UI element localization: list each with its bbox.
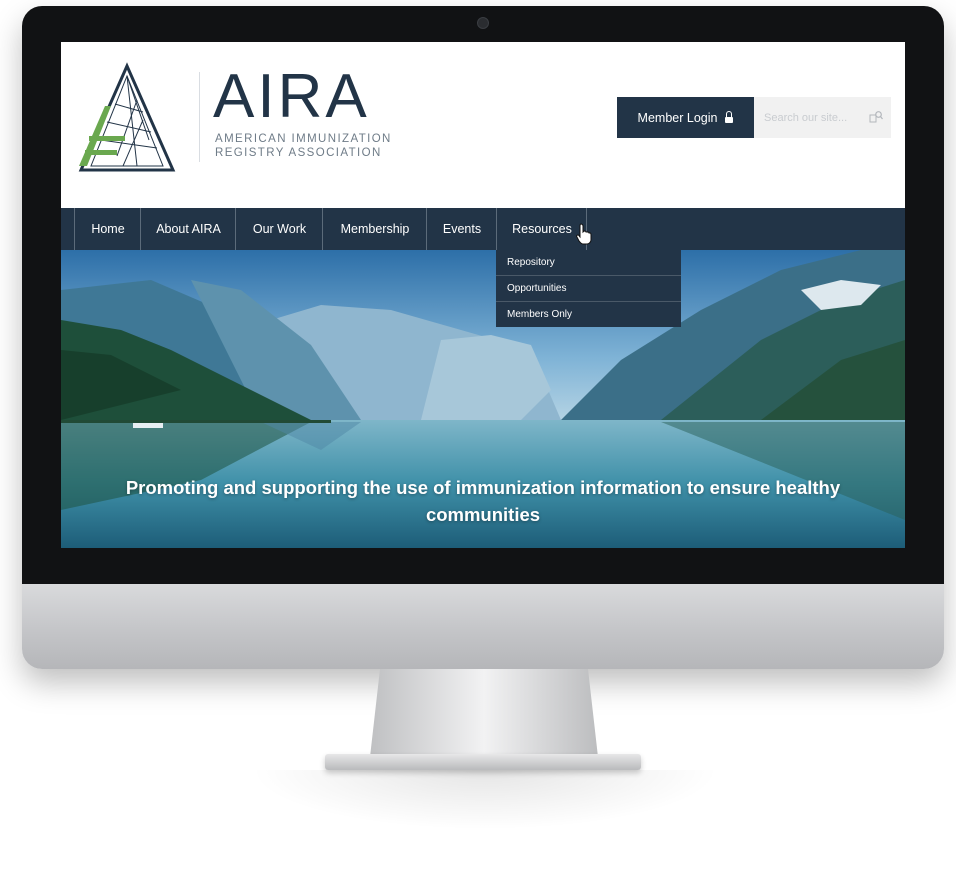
nav-item-resources[interactable]: Resources xyxy=(496,208,587,250)
search-input[interactable] xyxy=(762,110,866,125)
member-login-button[interactable]: Member Login xyxy=(617,97,754,138)
nav-item-our-work[interactable]: Our Work xyxy=(235,208,323,250)
dropdown-item-members-only[interactable]: Members Only xyxy=(496,302,681,327)
dropdown-item-repository[interactable]: Repository xyxy=(496,250,681,276)
brand-wordmark[interactable]: AIRA xyxy=(213,66,370,128)
floor-shadow xyxy=(250,770,720,830)
logo-divider xyxy=(199,72,200,162)
dropdown-item-label: Opportunities xyxy=(507,283,567,294)
nav-item-label: Membership xyxy=(340,222,410,236)
nav-item-label: Our Work xyxy=(252,222,307,236)
aira-logo-icon[interactable] xyxy=(77,60,185,174)
nav-item-home[interactable]: Home xyxy=(74,208,141,250)
brand-tagline: AMERICAN IMMUNIZATION REGISTRY ASSOCIATI… xyxy=(215,133,392,159)
nav-item-about-aira[interactable]: About AIRA xyxy=(140,208,236,250)
nav-item-events[interactable]: Events xyxy=(426,208,497,250)
resources-dropdown-menu: Repository Opportunities Members Only xyxy=(496,250,681,327)
hero-banner: Promoting and supporting the use of immu… xyxy=(61,250,905,548)
nav-item-membership[interactable]: Membership xyxy=(322,208,427,250)
hero-headline: Promoting and supporting the use of immu… xyxy=(125,477,841,525)
monitor-base xyxy=(325,754,641,770)
dropdown-item-label: Repository xyxy=(507,257,555,268)
nav-item-label: Resources xyxy=(512,222,572,236)
dropdown-item-opportunities[interactable]: Opportunities xyxy=(496,276,681,302)
member-login-label: Member Login xyxy=(637,110,718,125)
camera-icon xyxy=(477,17,489,29)
monitor: AIRA AMERICAN IMMUNIZATION REGISTRY ASSO… xyxy=(22,6,944,669)
dropdown-item-label: Members Only xyxy=(507,309,573,320)
main-nav: Home About AIRA Our Work Membership Even… xyxy=(61,208,905,250)
nav-item-label: Home xyxy=(91,222,125,236)
nav-item-label: About AIRA xyxy=(156,222,221,236)
search-box xyxy=(754,97,891,138)
hand-cursor-icon xyxy=(576,223,592,245)
monitor-stand xyxy=(370,669,598,757)
site-header: AIRA AMERICAN IMMUNIZATION REGISTRY ASSO… xyxy=(61,42,905,208)
screen: AIRA AMERICAN IMMUNIZATION REGISTRY ASSO… xyxy=(61,42,905,548)
search-icon[interactable] xyxy=(869,110,883,124)
monitor-chin xyxy=(22,584,944,669)
lock-icon xyxy=(725,110,734,123)
nav-item-label: Events xyxy=(442,222,482,236)
